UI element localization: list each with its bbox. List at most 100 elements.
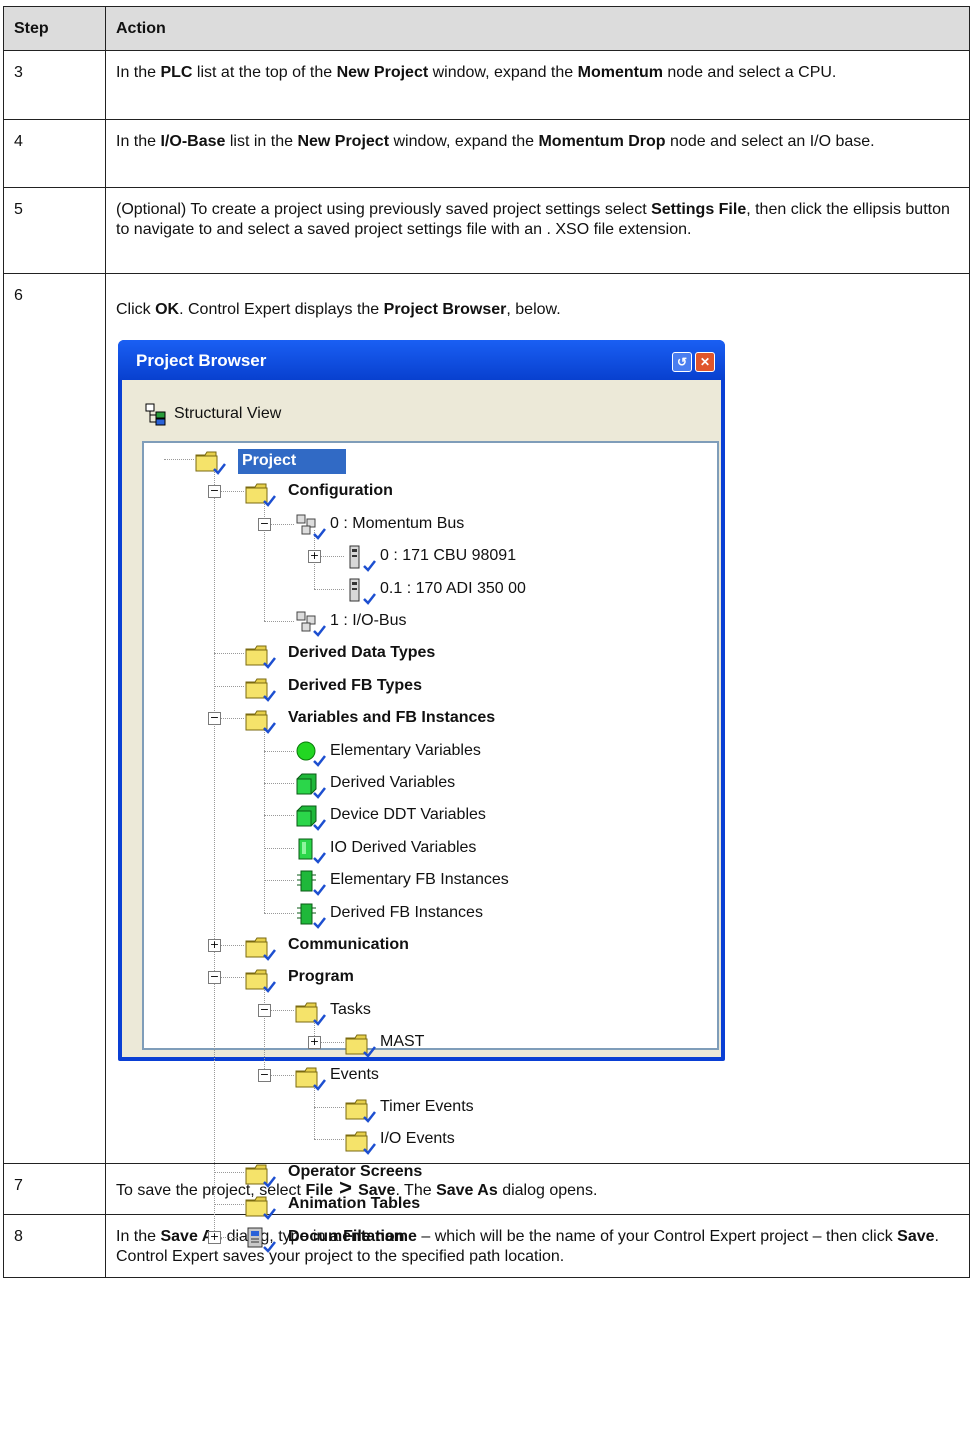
text-run: Click [116, 301, 156, 318]
tree-node[interactable]: +0 : 171 CBU 98091 [144, 542, 714, 573]
bold-run: Settings File [651, 201, 747, 218]
collapse-icon[interactable]: − [208, 971, 221, 985]
bold-run: New Project [297, 133, 390, 150]
tree-node[interactable]: − Tasks [144, 996, 714, 1026]
text-run: . Control Expert displays the [179, 301, 384, 318]
tree-node[interactable]: Derived Variables [144, 769, 714, 799]
tree-node[interactable]: Operator Screens [144, 1158, 714, 1188]
tree-node-label: Animation Tables [288, 1195, 421, 1213]
close-icon[interactable]: ✕ [695, 352, 715, 372]
tree-node-label: Operator Screens [288, 1162, 423, 1180]
action-text: Click OK. Control Expert displays the Pr… [116, 300, 959, 320]
tree-node[interactable]: − Program [144, 963, 714, 994]
folder-icon [344, 1095, 378, 1129]
expand-icon[interactable]: + [208, 939, 221, 952]
step-number: 3 [3, 50, 106, 120]
folder-icon [244, 479, 278, 513]
tree-node[interactable]: Device DDT Variables [144, 801, 714, 832]
browser-body: Structural View Project − Configuration − 0 … [122, 380, 721, 1253]
window-title: Project Browser [136, 351, 267, 370]
table-row: 6 Click OK. Control Expert displays the … [3, 273, 970, 1253]
title-bar: Project Browser ↺ ✕ [118, 340, 725, 380]
step-number: 4 [3, 119, 106, 188]
text-run: (Optional) To create a project using pre… [116, 201, 652, 218]
tree-node[interactable]: Animation Tables [144, 1190, 714, 1221]
tree-node-label: 1 : I/O-Bus [330, 612, 407, 629]
collapse-icon[interactable]: − [258, 1068, 271, 1082]
tree-node[interactable]: Timer Events [144, 1093, 714, 1123]
text-run: In the [116, 133, 161, 150]
fb-icon [294, 868, 328, 902]
tree-node-label: Timer Events [380, 1098, 474, 1115]
text-run: list in the [225, 133, 298, 150]
project-browser-window: Project Browser ↺ ✕ Structural View Proj… [118, 340, 725, 1253]
help-icon[interactable]: ↺ [672, 352, 692, 372]
project-tree: Project − Configuration − 0 : Momentum Bus +0… [142, 441, 719, 1253]
expand-icon[interactable]: + [208, 1230, 221, 1244]
step-number: 5 [3, 187, 106, 274]
bold-run: Save [897, 1228, 935, 1245]
text-run: node and select an I/O base. [665, 133, 875, 150]
tree-node[interactable]: − 0 : Momentum Bus [144, 510, 714, 540]
tree-node-label: 0 : 171 CBU 98091 [380, 547, 517, 565]
folder-icon [244, 674, 278, 708]
table-row: 5 (Optional) To create a project using p… [3, 187, 970, 274]
tree-node[interactable]: + Documentation [144, 1223, 714, 1253]
collapse-icon[interactable]: − [208, 485, 221, 499]
bus-icon [294, 512, 328, 546]
bold-run: Momentum Drop [538, 133, 666, 150]
expand-icon[interactable]: + [308, 550, 321, 564]
tree-node[interactable]: Elementary Variables [144, 737, 714, 767]
folder-icon [244, 965, 278, 999]
collapse-icon[interactable]: − [208, 712, 221, 726]
structural-view-label: Structural View [174, 405, 282, 422]
action-cell: Click OK. Control Expert displays the Pr… [105, 273, 970, 1253]
bold-run: New Project [336, 64, 429, 81]
bold-run: Momentum [577, 64, 663, 81]
folder-icon [244, 706, 278, 740]
text-run: node and select a CPU. [662, 64, 837, 81]
tree-node[interactable]: − Variables and FB Instances [144, 704, 714, 735]
text-run: In the [116, 64, 161, 81]
tree-node[interactable]: Derived Data Types [144, 639, 714, 670]
tree-node-label: Variables and FB Instances [288, 709, 496, 727]
header-row: Step Action [3, 6, 970, 51]
green-block-icon [294, 771, 328, 805]
collapse-icon[interactable]: − [258, 1003, 271, 1017]
tree-node-label: Elementary Variables [330, 741, 481, 759]
tree-node[interactable]: 0.1 : 170 ADI 350 00 [144, 575, 714, 605]
structure-view-icon [145, 403, 166, 426]
tree-node-label: Configuration [288, 482, 393, 500]
action-header: Action [105, 6, 970, 51]
folder-icon [244, 1160, 278, 1194]
tree-node[interactable]: + MAST [144, 1028, 714, 1059]
bold-run: Project Browser [383, 301, 507, 318]
action-text: In the PLC list at the top of the New Pr… [105, 50, 970, 120]
bold-run: OK [155, 301, 180, 318]
tree-node[interactable]: − Configuration [144, 477, 714, 508]
tree-node-label: IO Derived Variables [330, 838, 477, 856]
tree-node[interactable]: Elementary FB Instances [144, 866, 714, 897]
tree-node[interactable]: IO Derived Variables [144, 834, 714, 864]
module-icon [344, 544, 378, 578]
folder-icon [344, 1030, 378, 1064]
tree-node-label: MAST [380, 1033, 425, 1051]
folder-icon [194, 447, 228, 481]
text-run: , below. [506, 301, 561, 318]
tree-node[interactable]: + Communication [144, 931, 714, 961]
bold-run: PLC [160, 64, 193, 81]
expand-icon[interactable]: + [308, 1036, 321, 1050]
step-number: 7 [3, 1163, 106, 1215]
tree-node[interactable]: Project [144, 445, 714, 475]
tree-node[interactable]: − Events [144, 1061, 714, 1091]
tree-node[interactable]: Derived FB Types [144, 672, 714, 702]
tree-node-label: Elementary FB Instances [330, 871, 509, 889]
tree-node-label: 0.1 : 170 ADI 350 00 [380, 579, 526, 597]
tree-node[interactable]: 1 : I/O-Bus [144, 607, 714, 637]
collapse-icon[interactable]: − [258, 517, 271, 531]
tree-node-label: Derived Variables [330, 774, 456, 791]
steps-table: Step Action 3 In the PLC list at the top… [3, 6, 970, 1278]
tree-node[interactable]: I/O Events [144, 1125, 714, 1156]
tree-node[interactable]: Derived FB Instances [144, 899, 714, 929]
folder-icon [244, 1192, 278, 1226]
